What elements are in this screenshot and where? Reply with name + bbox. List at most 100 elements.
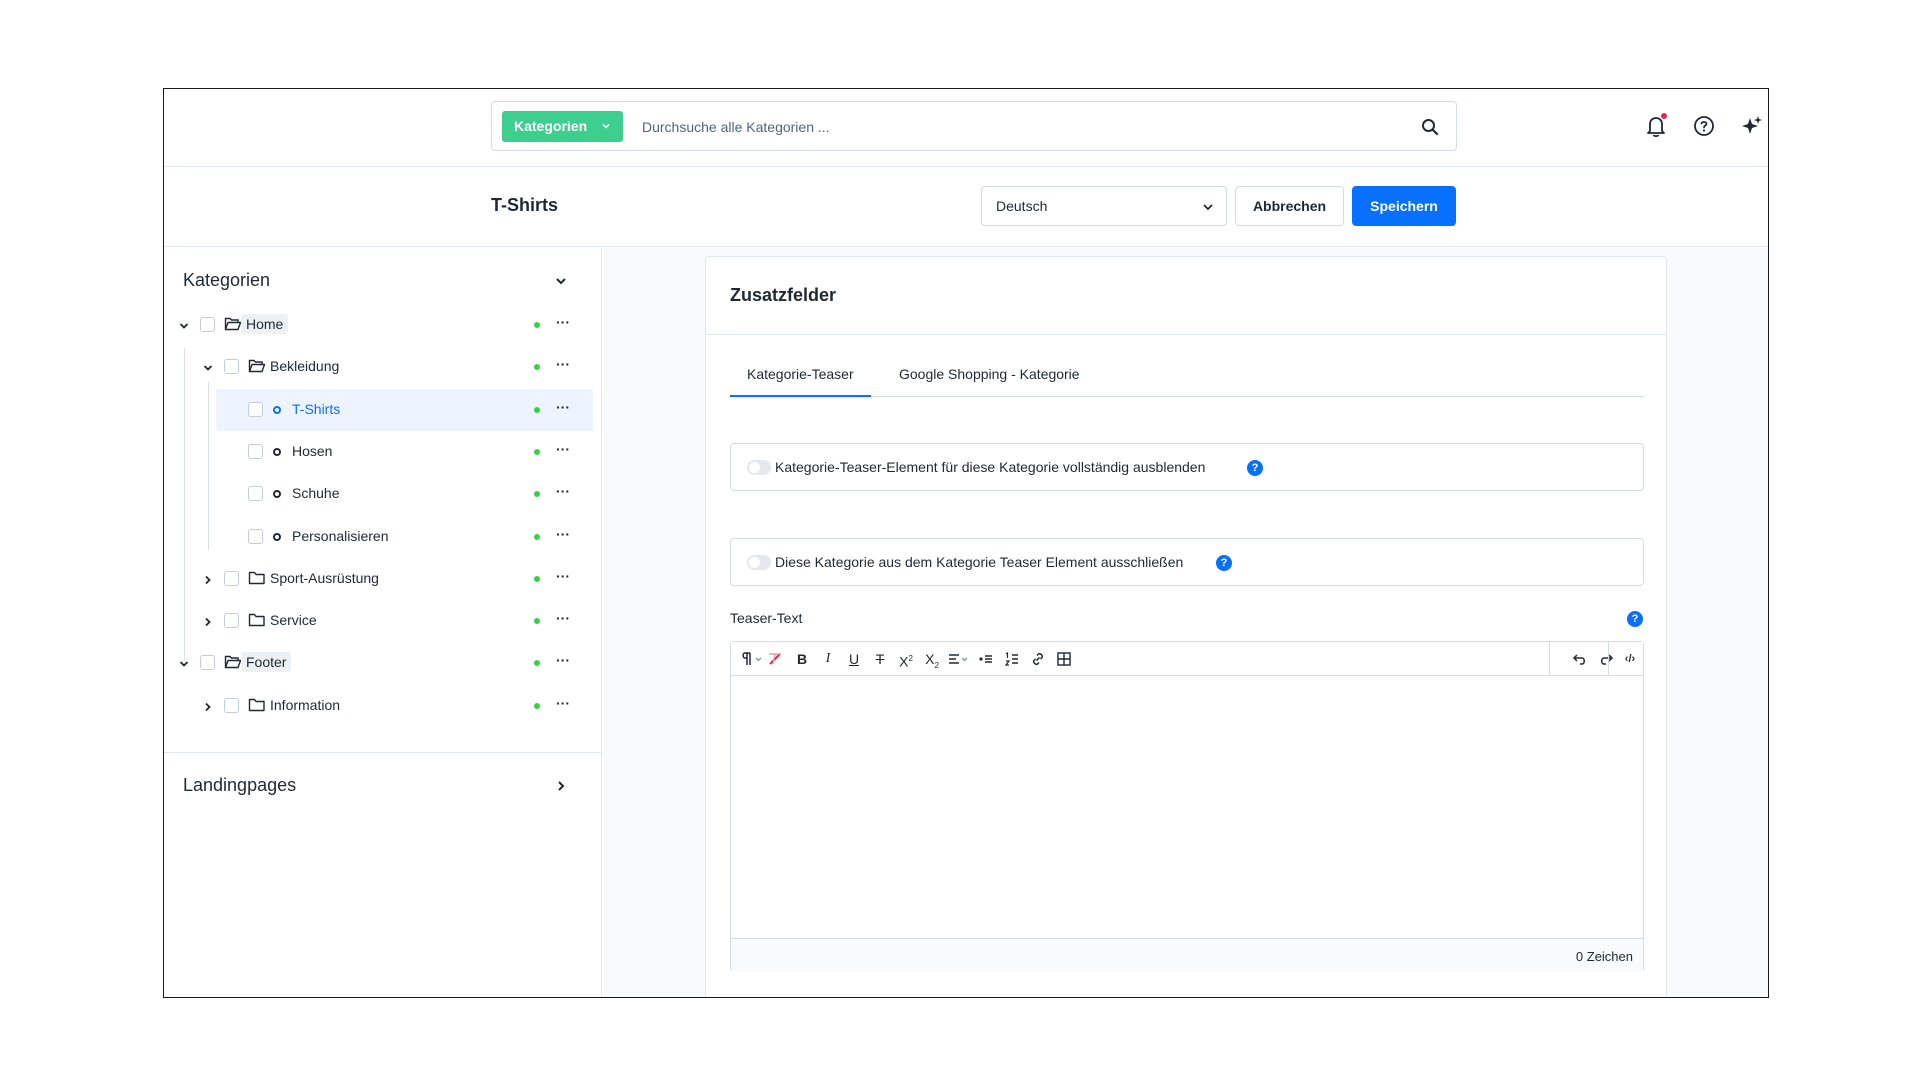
- more-options-icon[interactable]: ···: [553, 653, 573, 673]
- landingpages-panel-header[interactable]: Landingpages: [164, 752, 602, 812]
- tree-item[interactable]: Schuhe ···: [164, 473, 602, 515]
- italic-icon[interactable]: I: [819, 650, 837, 668]
- tree-item[interactable]: Home ···: [164, 304, 602, 346]
- search-icon[interactable]: [1420, 117, 1440, 137]
- chevron-right-icon[interactable]: [202, 615, 214, 627]
- tree-item-label[interactable]: Personalisieren: [292, 528, 389, 544]
- table-icon[interactable]: [1055, 650, 1073, 668]
- unordered-list-icon[interactable]: [977, 650, 995, 668]
- tree-item-label[interactable]: T-Shirts: [292, 401, 340, 417]
- underline-icon[interactable]: U: [845, 650, 863, 668]
- tree-item[interactable]: Bekleidung ···: [164, 346, 602, 388]
- tree-item-checkbox[interactable]: [200, 655, 215, 671]
- help-icon[interactable]: ?: [1247, 460, 1263, 476]
- code-view-icon[interactable]: ‹/›: [1621, 650, 1639, 668]
- categories-panel-header[interactable]: Kategorien: [164, 248, 602, 308]
- hide-teaser-field: Kategorie-Teaser-Element für diese Kateg…: [730, 443, 1644, 491]
- help-icon[interactable]: [1690, 112, 1718, 140]
- tree-item[interactable]: Information ···: [164, 685, 602, 727]
- align-icon[interactable]: [947, 650, 971, 668]
- tree-item-checkbox[interactable]: [224, 570, 239, 586]
- landingpages-panel-title: Landingpages: [183, 775, 297, 795]
- more-options-icon[interactable]: ···: [553, 442, 573, 462]
- editor-content-area[interactable]: [731, 676, 1643, 938]
- app-window: Kategorien T-Shirts Deutsch: [163, 88, 1769, 998]
- active-status-dot: [534, 533, 540, 540]
- more-options-icon[interactable]: ···: [553, 611, 573, 631]
- chevron-right-icon[interactable]: [202, 700, 214, 712]
- superscript-icon[interactable]: X2: [897, 650, 915, 670]
- more-options-icon[interactable]: ···: [553, 569, 573, 589]
- tree-item-checkbox[interactable]: [224, 359, 239, 375]
- chevron-down-icon[interactable]: [554, 274, 568, 288]
- undo-icon[interactable]: [1571, 650, 1589, 668]
- search-input[interactable]: [642, 111, 1402, 142]
- teaser-text-label: Teaser-Text: [730, 610, 803, 626]
- chevron-down-icon[interactable]: [202, 361, 214, 373]
- more-options-icon[interactable]: ···: [553, 484, 573, 504]
- hide-teaser-toggle[interactable]: [747, 460, 771, 475]
- strikethrough-icon[interactable]: T: [871, 650, 889, 668]
- clear-format-icon[interactable]: [766, 650, 784, 668]
- save-button[interactable]: Speichern: [1352, 186, 1456, 226]
- tree-item-checkbox[interactable]: [224, 697, 239, 713]
- tree-item-checkbox[interactable]: [248, 486, 263, 502]
- tab-bar: Kategorie-Teaser Google Shopping - Kateg…: [730, 361, 1644, 397]
- more-options-icon[interactable]: ···: [553, 400, 573, 420]
- link-icon[interactable]: [1029, 650, 1047, 668]
- redo-icon[interactable]: [1597, 650, 1615, 668]
- tree-item-label[interactable]: Footer: [241, 652, 292, 673]
- folder-icon: [248, 697, 266, 713]
- category-dot-icon: [273, 532, 281, 541]
- tree-item[interactable]: Hosen ···: [164, 431, 602, 473]
- tree-item-label[interactable]: Information: [270, 697, 340, 713]
- tree-item-label[interactable]: Bekleidung: [270, 358, 339, 374]
- exclude-category-toggle[interactable]: [747, 555, 771, 570]
- tree-item[interactable]: T-Shirts ···: [164, 388, 602, 431]
- active-status-dot: [534, 575, 540, 582]
- page-title: T-Shirts: [491, 195, 559, 215]
- cancel-button[interactable]: Abbrechen: [1235, 186, 1344, 226]
- tree-item-label[interactable]: Service: [270, 612, 317, 628]
- help-icon[interactable]: ?: [1627, 611, 1643, 627]
- tree-item[interactable]: Footer ···: [164, 642, 602, 684]
- tree-item[interactable]: Service ···: [164, 600, 602, 642]
- chevron-right-icon[interactable]: [554, 779, 568, 793]
- bell-icon[interactable]: [1642, 112, 1670, 140]
- more-options-icon[interactable]: ···: [553, 527, 573, 547]
- more-options-icon[interactable]: ···: [553, 315, 573, 335]
- tree-item-checkbox[interactable]: [224, 613, 239, 629]
- card-title: Zusatzfelder: [730, 285, 837, 305]
- tab-google-shopping[interactable]: Google Shopping - Kategorie: [882, 361, 1097, 397]
- tree-item-label[interactable]: Schuhe: [292, 485, 339, 501]
- tab-kategorie-teaser[interactable]: Kategorie-Teaser: [730, 361, 871, 397]
- tree-item-checkbox[interactable]: [248, 528, 263, 544]
- tree-item-checkbox[interactable]: [248, 401, 263, 417]
- more-options-icon[interactable]: ···: [553, 696, 573, 716]
- chevron-down-icon[interactable]: [178, 319, 190, 331]
- folder-open-icon: [224, 654, 242, 670]
- top-bar: Kategorien: [164, 89, 1768, 167]
- sparkle-icon[interactable]: [1738, 112, 1766, 140]
- paragraph-format-icon[interactable]: [739, 650, 765, 668]
- tree-item-checkbox[interactable]: [248, 443, 263, 459]
- tree-item[interactable]: Personalisieren ···: [164, 516, 602, 558]
- subscript-icon[interactable]: X2: [923, 650, 941, 670]
- chevron-right-icon[interactable]: [202, 573, 214, 585]
- active-status-dot: [534, 702, 540, 709]
- tree-item-label[interactable]: Home: [241, 314, 289, 334]
- notification-badge: [1661, 113, 1667, 119]
- more-options-icon[interactable]: ···: [553, 357, 573, 377]
- tree-item-checkbox[interactable]: [200, 317, 215, 332]
- active-status-dot: [534, 322, 540, 328]
- search-type-dropdown[interactable]: Kategorien: [502, 111, 624, 142]
- chevron-down-icon[interactable]: [178, 657, 190, 669]
- help-icon[interactable]: ?: [1216, 555, 1232, 571]
- ordered-list-icon[interactable]: [1003, 650, 1021, 668]
- tree-item-label[interactable]: Sport-Ausrüstung: [270, 570, 379, 586]
- main-content: Zusatzfelder Kategorie-Teaser Google Sho…: [603, 248, 1768, 997]
- tree-item[interactable]: Sport-Ausrüstung ···: [164, 558, 602, 600]
- language-select[interactable]: Deutsch: [981, 186, 1227, 226]
- tree-item-label[interactable]: Hosen: [292, 443, 332, 459]
- bold-icon[interactable]: B: [793, 650, 811, 668]
